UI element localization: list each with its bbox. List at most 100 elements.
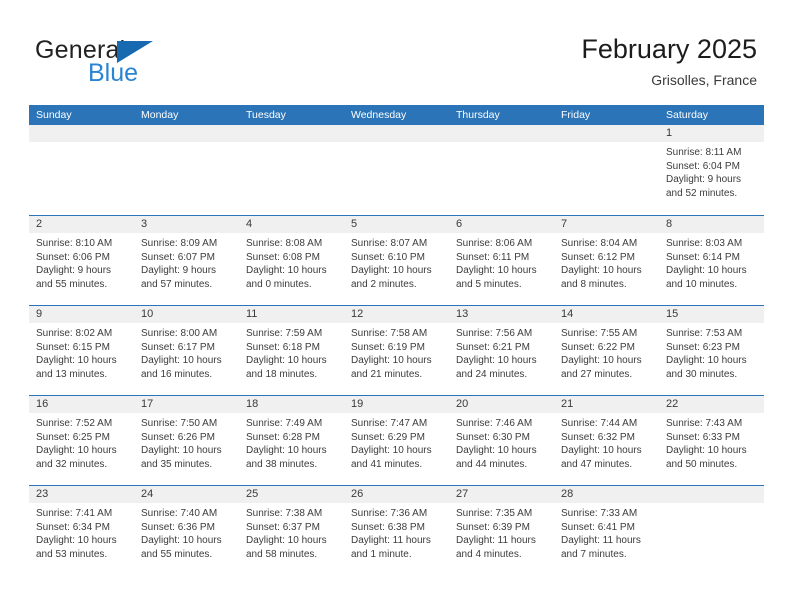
day-number-band: 6	[449, 216, 554, 233]
day-number: 6	[456, 218, 463, 230]
daylight-duration-line1: Daylight: 10 hours	[561, 265, 642, 277]
daylight-duration-line1: Daylight: 10 hours	[666, 265, 747, 277]
daylight-duration-line2: and 7 minutes.	[561, 548, 627, 560]
sunrise-time: Sunrise: 8:11 AM	[666, 147, 742, 158]
calendar-day-cell-empty	[449, 125, 554, 215]
daylight-duration-line2: and 32 minutes.	[36, 458, 108, 470]
sunrise-time: Sunrise: 7:43 AM	[666, 418, 743, 429]
day-number-band: 9	[29, 306, 134, 323]
calendar-day-cell[interactable]: 21 Sunrise: 7:44 AM Sunset: 6:32 PM Dayligh…	[554, 396, 659, 485]
calendar-day-cell[interactable]: 27 Sunrise: 7:35 AM Sunset: 6:39 PM Dayligh…	[449, 486, 554, 575]
daylight-duration-line1: Daylight: 10 hours	[246, 445, 327, 457]
daylight-duration-line1: Daylight: 10 hours	[141, 445, 222, 457]
calendar-day-cell[interactable]: 12 Sunrise: 7:58 AM Sunset: 6:19 PM Dayligh…	[344, 306, 449, 395]
daylight-duration-line2: and 2 minutes.	[351, 278, 417, 290]
calendar-day-cell[interactable]: 23 Sunrise: 7:41 AM Sunset: 6:34 PM Dayligh…	[29, 486, 134, 575]
day-number: 4	[246, 218, 253, 230]
day-number-band: 23	[29, 486, 134, 503]
sunrise-time: Sunrise: 7:56 AM	[456, 328, 533, 339]
general-blue-logo: General Blue	[35, 36, 265, 88]
daylight-duration-line1: Daylight: 10 hours	[351, 265, 432, 277]
calendar-day-cell[interactable]: 11 Sunrise: 7:59 AM Sunset: 6:18 PM Dayligh…	[239, 306, 344, 395]
daylight-duration-line1: Daylight: 10 hours	[246, 355, 327, 367]
day-sun-info: Sunrise: 8:11 AM Sunset: 6:04 PM Daylight:…	[659, 142, 764, 200]
sunset-time: Sunset: 6:25 PM	[36, 431, 110, 443]
daylight-duration-line2: and 18 minutes.	[246, 368, 318, 380]
daylight-duration-line1: Daylight: 10 hours	[246, 535, 327, 547]
daylight-duration-line2: and 4 minutes.	[456, 548, 522, 560]
calendar-day-cell[interactable]: 22 Sunrise: 7:43 AM Sunset: 6:33 PM Dayligh…	[659, 396, 764, 485]
sunrise-time: Sunrise: 7:55 AM	[561, 328, 638, 339]
daylight-duration-line2: and 52 minutes.	[666, 187, 738, 199]
calendar-grid: Sunday Monday Tuesday Wednesday Thursday…	[29, 105, 764, 575]
daylight-duration-line1: Daylight: 10 hours	[456, 355, 537, 367]
calendar-day-cell[interactable]: 10 Sunrise: 8:00 AM Sunset: 6:17 PM Dayligh…	[134, 306, 239, 395]
calendar-day-cell[interactable]: 4 Sunrise: 8:08 AM Sunset: 6:08 PM Daylight…	[239, 216, 344, 305]
day-number-band: 25	[239, 486, 344, 503]
day-number-band: 27	[449, 486, 554, 503]
day-sun-info: Sunrise: 7:35 AM Sunset: 6:39 PM Daylight:…	[449, 503, 554, 561]
calendar-day-cell[interactable]: 19 Sunrise: 7:47 AM Sunset: 6:29 PM Dayligh…	[344, 396, 449, 485]
day-number: 19	[351, 398, 364, 410]
calendar-day-cell[interactable]: 16 Sunrise: 7:52 AM Sunset: 6:25 PM Dayligh…	[29, 396, 134, 485]
daylight-duration-line2: and 58 minutes.	[246, 548, 318, 560]
sunrise-time: Sunrise: 7:44 AM	[561, 418, 638, 429]
daylight-duration-line1: Daylight: 9 hours	[36, 265, 112, 277]
day-sun-info: Sunrise: 7:53 AM Sunset: 6:23 PM Daylight:…	[659, 323, 764, 381]
day-number: 1	[666, 127, 673, 139]
calendar-day-cell[interactable]: 8 Sunrise: 8:03 AM Sunset: 6:14 PM Daylight…	[659, 216, 764, 305]
weekday-header-saturday: Saturday	[666, 109, 709, 121]
calendar-day-cell[interactable]: 9 Sunrise: 8:02 AM Sunset: 6:15 PM Daylight…	[29, 306, 134, 395]
daylight-duration-line2: and 1 minute.	[351, 548, 412, 560]
calendar-day-cell[interactable]: 3 Sunrise: 8:09 AM Sunset: 6:07 PM Daylight…	[134, 216, 239, 305]
calendar-day-cell[interactable]: 1 Sunrise: 8:11 AM Sunset: 6:04 PM Daylight…	[659, 125, 764, 215]
daylight-duration-line2: and 41 minutes.	[351, 458, 423, 470]
calendar-day-cell[interactable]: 28 Sunrise: 7:33 AM Sunset: 6:41 PM Dayligh…	[554, 486, 659, 575]
calendar-day-cell[interactable]: 26 Sunrise: 7:36 AM Sunset: 6:38 PM Dayligh…	[344, 486, 449, 575]
calendar-day-cell[interactable]: 20 Sunrise: 7:46 AM Sunset: 6:30 PM Dayligh…	[449, 396, 554, 485]
calendar-day-cell[interactable]: 15 Sunrise: 7:53 AM Sunset: 6:23 PM Dayligh…	[659, 306, 764, 395]
calendar-week-row: 2 Sunrise: 8:10 AM Sunset: 6:06 PM Daylight…	[29, 215, 764, 305]
calendar-day-cell[interactable]: 13 Sunrise: 7:56 AM Sunset: 6:21 PM Dayligh…	[449, 306, 554, 395]
sunrise-time: Sunrise: 8:09 AM	[141, 238, 218, 249]
day-number: 15	[666, 308, 679, 320]
sunset-time: Sunset: 6:18 PM	[246, 341, 320, 353]
day-number: 22	[666, 398, 679, 410]
daylight-duration-line2: and 0 minutes.	[246, 278, 312, 290]
calendar-day-cell[interactable]: 2 Sunrise: 8:10 AM Sunset: 6:06 PM Daylight…	[29, 216, 134, 305]
calendar-day-cell[interactable]: 5 Sunrise: 8:07 AM Sunset: 6:10 PM Daylight…	[344, 216, 449, 305]
day-number: 16	[36, 398, 49, 410]
daylight-duration-line1: Daylight: 10 hours	[351, 355, 432, 367]
sunrise-time: Sunrise: 8:08 AM	[246, 238, 323, 249]
calendar-day-cell[interactable]: 25 Sunrise: 7:38 AM Sunset: 6:37 PM Dayligh…	[239, 486, 344, 575]
day-sun-info: Sunrise: 7:38 AM Sunset: 6:37 PM Daylight:…	[239, 503, 344, 561]
weekday-header-monday: Monday	[141, 109, 179, 121]
day-sun-info: Sunrise: 7:44 AM Sunset: 6:32 PM Daylight:…	[554, 413, 659, 471]
calendar-day-cell[interactable]: 14 Sunrise: 7:55 AM Sunset: 6:22 PM Dayligh…	[554, 306, 659, 395]
page-title: February 2025	[581, 34, 757, 64]
calendar-day-cell[interactable]: 24 Sunrise: 7:40 AM Sunset: 6:36 PM Dayligh…	[134, 486, 239, 575]
sunset-time: Sunset: 6:08 PM	[246, 251, 320, 263]
day-number: 26	[351, 488, 364, 500]
sunrise-time: Sunrise: 8:03 AM	[666, 238, 743, 249]
calendar-day-cell[interactable]: 18 Sunrise: 7:49 AM Sunset: 6:28 PM Dayligh…	[239, 396, 344, 485]
sunrise-time: Sunrise: 7:53 AM	[666, 328, 743, 339]
calendar-day-cell[interactable]: 7 Sunrise: 8:04 AM Sunset: 6:12 PM Daylight…	[554, 216, 659, 305]
calendar-week-row: 1 Sunrise: 8:11 AM Sunset: 6:04 PM Daylight…	[29, 125, 764, 215]
day-number: 23	[36, 488, 49, 500]
calendar-day-cell[interactable]: 6 Sunrise: 8:06 AM Sunset: 6:11 PM Daylight…	[449, 216, 554, 305]
daylight-duration-line1: Daylight: 10 hours	[561, 445, 642, 457]
weekday-header-friday: Friday	[561, 109, 591, 121]
sunrise-time: Sunrise: 7:49 AM	[246, 418, 323, 429]
calendar-day-cell[interactable]: 17 Sunrise: 7:50 AM Sunset: 6:26 PM Dayligh…	[134, 396, 239, 485]
day-number-band: 7	[554, 216, 659, 233]
daylight-duration-line2: and 5 minutes.	[456, 278, 522, 290]
day-number: 9	[36, 308, 43, 320]
day-sun-info: Sunrise: 8:00 AM Sunset: 6:17 PM Daylight:…	[134, 323, 239, 381]
sunset-time: Sunset: 6:41 PM	[561, 521, 635, 533]
day-number: 11	[246, 308, 258, 320]
sunset-time: Sunset: 6:32 PM	[561, 431, 635, 443]
day-number: 18	[246, 398, 259, 410]
daylight-duration-line2: and 47 minutes.	[561, 458, 633, 470]
day-number: 25	[246, 488, 259, 500]
